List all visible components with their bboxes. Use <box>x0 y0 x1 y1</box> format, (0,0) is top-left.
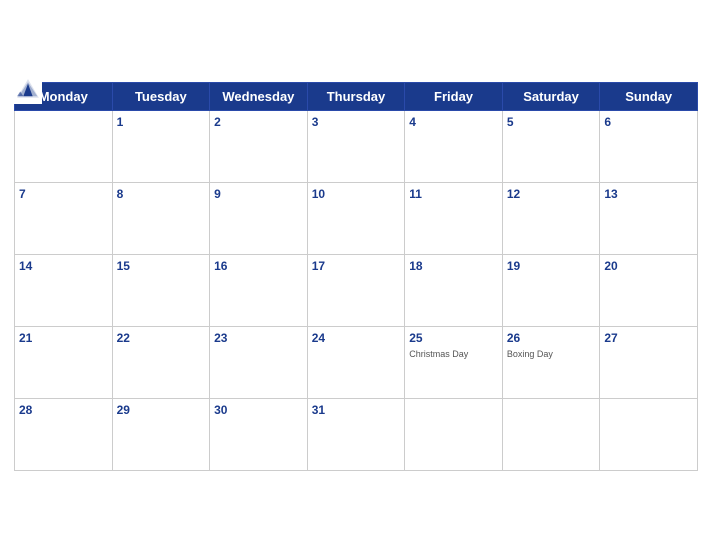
date-number: 2 <box>214 115 221 129</box>
calendar-cell: 20 <box>600 254 698 326</box>
date-number: 16 <box>214 259 227 273</box>
date-number: 1 <box>117 115 124 129</box>
calendar-cell: 17 <box>307 254 405 326</box>
calendar-cell: 2 <box>210 110 308 182</box>
calendar-cell: 5 <box>502 110 600 182</box>
week-row-1: 1 2 3 4 5 6 <box>15 110 698 182</box>
date-number: 11 <box>409 187 422 201</box>
weekday-header-wednesday: Wednesday <box>210 82 308 110</box>
calendar-cell: 27 <box>600 326 698 398</box>
calendar-cell: 30 <box>210 398 308 470</box>
week-row-3: 14 15 16 17 18 19 20 <box>15 254 698 326</box>
weekday-header-row: MondayTuesdayWednesdayThursdayFridaySatu… <box>15 82 698 110</box>
calendar-cell: 1 <box>112 110 210 182</box>
date-number: 27 <box>604 331 617 345</box>
weekday-header-friday: Friday <box>405 82 503 110</box>
calendar-cell: 24 <box>307 326 405 398</box>
weekday-header-saturday: Saturday <box>502 82 600 110</box>
week-row-5: 28 29 30 31 <box>15 398 698 470</box>
date-number: 4 <box>409 115 416 129</box>
calendar-cell <box>502 398 600 470</box>
calendar-cell: 9 <box>210 182 308 254</box>
date-number: 6 <box>604 115 611 129</box>
calendar-cell: 29 <box>112 398 210 470</box>
date-number: 13 <box>604 187 617 201</box>
calendar-cell: 12 <box>502 182 600 254</box>
calendar-cell: 3 <box>307 110 405 182</box>
week-row-2: 7 8 9 10 11 12 13 <box>15 182 698 254</box>
calendar-cell: 19 <box>502 254 600 326</box>
weekday-header-tuesday: Tuesday <box>112 82 210 110</box>
date-number: 24 <box>312 331 325 345</box>
week-row-4: 21 22 23 24 25 Christmas Day 26 Boxing Day 27 <box>15 326 698 398</box>
calendar-cell: 23 <box>210 326 308 398</box>
calendar-table: MondayTuesdayWednesdayThursdayFridaySatu… <box>14 82 698 471</box>
calendar-cell: 16 <box>210 254 308 326</box>
date-number: 29 <box>117 403 130 417</box>
date-number: 7 <box>19 187 26 201</box>
date-number: 26 <box>507 331 520 345</box>
date-number: 28 <box>19 403 32 417</box>
calendar-cell: 18 <box>405 254 503 326</box>
date-number: 23 <box>214 331 227 345</box>
date-number: 15 <box>117 259 130 273</box>
date-number: 31 <box>312 403 325 417</box>
date-number: 25 <box>409 331 422 345</box>
logo-area <box>14 76 46 104</box>
calendar-cell: 21 <box>15 326 113 398</box>
date-number: 9 <box>214 187 221 201</box>
calendar-cell: 26 Boxing Day <box>502 326 600 398</box>
calendar-cell: 15 <box>112 254 210 326</box>
calendar-cell: 28 <box>15 398 113 470</box>
date-number: 3 <box>312 115 319 129</box>
calendar-cell: 11 <box>405 182 503 254</box>
date-number: 30 <box>214 403 227 417</box>
calendar-cell: 22 <box>112 326 210 398</box>
calendar-cell: 13 <box>600 182 698 254</box>
date-number: 17 <box>312 259 325 273</box>
date-number: 19 <box>507 259 520 273</box>
calendar-cell: 14 <box>15 254 113 326</box>
date-number: 8 <box>117 187 124 201</box>
date-number: 10 <box>312 187 325 201</box>
generalblue-logo-icon <box>14 76 42 104</box>
calendar-cell <box>15 110 113 182</box>
date-number: 14 <box>19 259 32 273</box>
date-number: 18 <box>409 259 422 273</box>
date-number: 22 <box>117 331 130 345</box>
calendar-cell <box>600 398 698 470</box>
weekday-header-thursday: Thursday <box>307 82 405 110</box>
calendar-cell: 8 <box>112 182 210 254</box>
calendar-cell: 31 <box>307 398 405 470</box>
date-number: 12 <box>507 187 520 201</box>
calendar-wrapper: MondayTuesdayWednesdayThursdayFridaySatu… <box>0 66 712 485</box>
holiday-label: Christmas Day <box>409 349 498 359</box>
date-number: 20 <box>604 259 617 273</box>
calendar-cell: 25 Christmas Day <box>405 326 503 398</box>
calendar-cell: 6 <box>600 110 698 182</box>
weekday-header-sunday: Sunday <box>600 82 698 110</box>
calendar-cell <box>405 398 503 470</box>
calendar-cell: 10 <box>307 182 405 254</box>
date-number: 21 <box>19 331 32 345</box>
date-number: 5 <box>507 115 514 129</box>
holiday-label: Boxing Day <box>507 349 596 359</box>
calendar-cell: 4 <box>405 110 503 182</box>
calendar-cell: 7 <box>15 182 113 254</box>
